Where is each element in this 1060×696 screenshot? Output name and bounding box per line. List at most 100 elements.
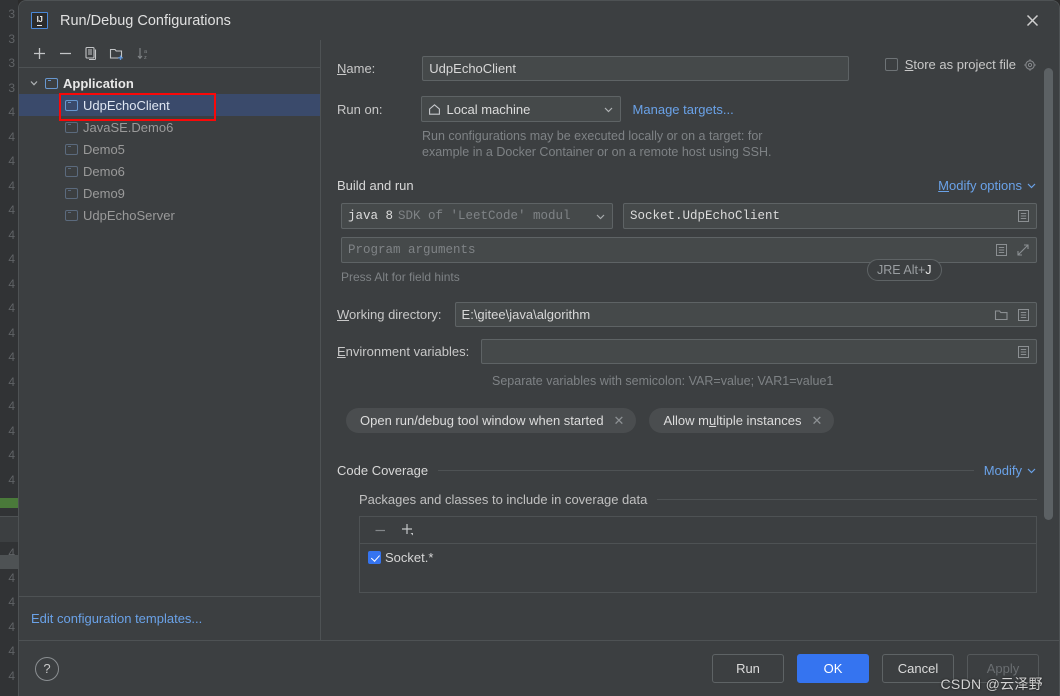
code-coverage-modify-link[interactable]: Modify (984, 463, 1037, 478)
tree-item-label: UdpEchoClient (83, 97, 170, 113)
run-on-hint: Run configurations may be executed local… (422, 128, 942, 160)
tree-group-application[interactable]: Application (19, 72, 320, 94)
close-small-icon[interactable]: ✕ (614, 414, 625, 427)
environment-variables-label: Environment variables: (337, 344, 470, 359)
help-button[interactable]: ? (35, 656, 59, 681)
working-directory-value: E:\gitee\java\algorithm (461, 307, 591, 322)
gutter-line-number: 4 (8, 252, 15, 266)
pill-allow-multiple-instances[interactable]: Allow multiple instances ✕ (649, 408, 835, 433)
run-on-value: Local machine (446, 101, 531, 117)
chevron-down-icon[interactable] (1026, 465, 1037, 476)
close-small-icon[interactable]: ✕ (811, 414, 822, 427)
gutter-line-number: 4 (8, 203, 15, 217)
editor-gutter-line-numbers: 3333444444444444444444444444 (0, 0, 18, 696)
chevron-down-icon[interactable] (1026, 180, 1037, 191)
tree-item-udpechoclient[interactable]: UdpEchoClient (19, 94, 320, 116)
run-button[interactable]: Run (712, 654, 784, 683)
macro-list-icon[interactable] (995, 243, 1008, 257)
coverage-patterns-list[interactable]: Socket.* (360, 544, 1036, 592)
coverage-subsection-title: Packages and classes to include in cover… (359, 492, 648, 507)
macro-list-icon[interactable] (1017, 209, 1030, 223)
tree-group-label: Application (63, 75, 134, 91)
plus-icon[interactable] (27, 42, 51, 66)
gutter-line-number: 3 (8, 31, 15, 46)
run-debug-configurations-dialog: IJ Run/Debug Configurations a z Applicat… (18, 0, 1060, 696)
macro-list-icon[interactable] (1017, 308, 1030, 322)
right-panel-scrollbar[interactable] (1044, 68, 1053, 520)
chevron-down-icon[interactable] (27, 76, 41, 90)
pill-open-run-debug-tool-window[interactable]: Open run/debug tool window when started … (346, 408, 637, 433)
tree-item-demo9[interactable]: Demo9 (19, 182, 320, 204)
tree-item-demo5[interactable]: Demo5 (19, 138, 320, 160)
store-as-project-file-label: Store as project file (904, 57, 1016, 72)
gutter-line-number: 4 (8, 399, 15, 413)
new-folder-icon[interactable] (105, 42, 129, 66)
close-icon[interactable] (1019, 8, 1045, 34)
minus-icon[interactable] (53, 42, 77, 66)
gutter-line-number: 4 (8, 105, 15, 119)
edit-configuration-templates-link[interactable]: Edit configuration templates... (19, 596, 320, 640)
gutter-line-number: 3 (8, 80, 15, 95)
run-on-hint-line2: example in a Docker Container or on a re… (422, 145, 772, 159)
program-arguments-placeholder: Program arguments (348, 243, 476, 257)
jre-hint-text: JRE Alt+ (877, 263, 926, 277)
intellij-idea-icon: IJ (31, 12, 48, 29)
run-on-select[interactable]: Local machine (420, 96, 621, 122)
configurations-tree[interactable]: Application UdpEchoClient JavaSE.Demo6 D… (19, 68, 320, 596)
chevron-down-icon[interactable] (595, 211, 606, 222)
macro-list-icon[interactable] (1017, 345, 1030, 359)
expand-icon[interactable] (1016, 243, 1030, 257)
home-icon (428, 103, 441, 116)
pill-label: Allow multiple instances (663, 413, 802, 428)
tree-item-label: JavaSE.Demo6 (83, 119, 174, 135)
gutter-line-number: 4 (8, 644, 15, 658)
tree-item-label: UdpEchoServer (83, 207, 175, 223)
main-class-input[interactable]: Socket.UdpEchoClient (623, 203, 1037, 229)
main-class-value: Socket.UdpEchoClient (630, 209, 781, 223)
run-configuration-icon (65, 121, 78, 133)
ok-button[interactable]: OK (797, 654, 869, 683)
minus-icon[interactable] (368, 518, 392, 542)
gutter-line-number: 3 (8, 56, 15, 70)
store-as-project-file-row[interactable]: Store as project file (884, 57, 1037, 72)
gutter-line-number: 4 (8, 423, 15, 438)
intellij-idea-logo-text: IJ (36, 14, 43, 26)
watermark: CSDN @云泽野 (940, 676, 1043, 692)
build-and-run-title: Build and run (337, 178, 414, 193)
environment-variables-row: Environment variables: (337, 339, 1037, 364)
coverage-subsection-header: Packages and classes to include in cover… (359, 492, 1037, 507)
sort-alphabetically-icon[interactable]: a z (131, 42, 155, 66)
gear-icon[interactable] (1023, 58, 1037, 72)
working-directory-input[interactable]: E:\gitee\java\algorithm (454, 302, 1037, 327)
section-divider (438, 470, 974, 471)
tree-item-label: Demo9 (83, 185, 125, 201)
gutter-line-number: 4 (8, 374, 15, 389)
jre-select[interactable]: java 8 SDK of 'LeetCode' modul (341, 203, 613, 229)
run-on-label: Run on: (337, 101, 383, 117)
code-coverage-modify-label: Modify (983, 463, 1022, 478)
tree-item-javase-demo6[interactable]: JavaSE.Demo6 (19, 116, 320, 138)
folder-icon[interactable] (994, 308, 1009, 322)
tree-item-label: Demo6 (83, 163, 125, 179)
plus-dropdown-icon[interactable] (396, 518, 420, 542)
environment-variables-hint: Separate variables with semicolon: VAR=v… (492, 374, 834, 388)
gutter-line-number: 4 (8, 129, 15, 144)
copy-icon[interactable] (79, 42, 103, 66)
coverage-pattern-checkbox[interactable] (368, 551, 381, 564)
name-input[interactable]: UdpEchoClient (422, 56, 850, 81)
dialog-title: Run/Debug Configurations (60, 12, 231, 29)
scrollbar-thumb[interactable] (1044, 68, 1053, 520)
coverage-patterns-box: Socket.* (359, 516, 1037, 593)
environment-variables-input[interactable] (481, 339, 1037, 364)
store-as-project-file-checkbox[interactable] (884, 58, 898, 71)
modify-options-link[interactable]: Modify options (938, 178, 1037, 193)
code-coverage-section-header: Code Coverage Modify (337, 463, 1037, 478)
chevron-down-icon[interactable] (603, 104, 614, 115)
tree-item-demo6[interactable]: Demo6 (19, 160, 320, 182)
tree-item-udpechoserver[interactable]: UdpEchoServer (19, 204, 320, 226)
gutter-line-number: 4 (8, 301, 15, 315)
gutter-line-number: 4 (8, 595, 15, 609)
coverage-pattern-item[interactable]: Socket.* (368, 550, 1036, 565)
name-row: Name: UdpEchoClient Store as project fil… (337, 56, 1037, 81)
manage-targets-link[interactable]: Manage targets... (633, 102, 734, 117)
